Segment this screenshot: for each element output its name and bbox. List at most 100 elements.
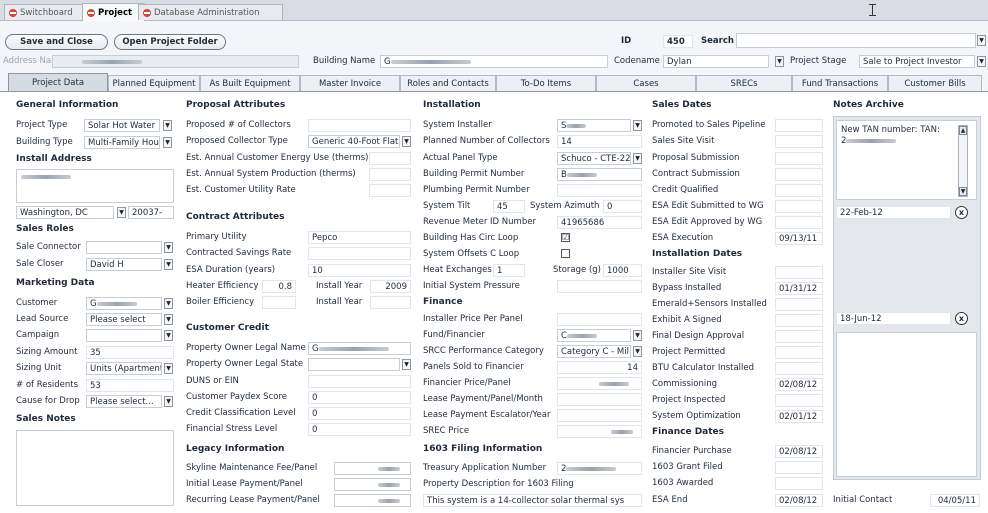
lead-source-select[interactable]: Please select [86, 313, 162, 326]
owner-name-field[interactable]: G [308, 342, 411, 355]
boiler-efficiency-field[interactable] [262, 296, 296, 309]
storage-field[interactable]: 1000 [603, 264, 642, 277]
duns-field[interactable] [308, 375, 411, 388]
building-name-field[interactable]: G [380, 55, 608, 68]
stress-level-field[interactable]: 0 [308, 423, 411, 436]
date-field[interactable] [775, 135, 823, 148]
system-installer-select[interactable]: S [557, 119, 631, 132]
fund-financier-select[interactable]: C [557, 329, 631, 342]
esa-execution-field[interactable]: 09/13/11 [775, 232, 823, 245]
delete-note-icon[interactable]: x [955, 206, 968, 219]
note-text-area[interactable]: New TAN number: TAN: 2 ▲ ▼ [836, 120, 977, 200]
codename-dropdown-icon[interactable]: ▼ [775, 56, 784, 67]
system-tilt-field[interactable]: 45 [493, 200, 525, 213]
panel-type-select[interactable]: Schuco - CTE-22( [557, 152, 631, 165]
tab-project[interactable]: Project [82, 3, 145, 21]
date-field[interactable] [775, 184, 823, 197]
date-field[interactable] [775, 200, 823, 213]
srec-price-field[interactable] [557, 425, 642, 438]
note-date-field[interactable]: 18-Jun-12 [836, 312, 951, 325]
initial-contact-field[interactable]: 04/05/11 [930, 494, 980, 507]
lease-payment-month-field[interactable] [557, 393, 642, 406]
project-type-select[interactable]: Solar Hot Water [84, 119, 160, 132]
sizing-unit-select[interactable]: Units (Apartment [86, 362, 162, 375]
project-type-dropdown-icon[interactable]: ▼ [163, 120, 172, 131]
lead-source-dropdown-icon[interactable]: ▼ [164, 314, 173, 325]
note-date-field[interactable]: 22-Feb-12 [836, 206, 951, 219]
residents-field[interactable]: 53 [86, 379, 174, 392]
date-field[interactable] [775, 477, 823, 490]
date-field[interactable] [775, 394, 823, 407]
price-per-panel-field[interactable] [557, 313, 642, 326]
tab-project-data[interactable]: Project Data [8, 73, 108, 91]
open-project-folder-button[interactable]: Open Project Folder [114, 34, 226, 50]
date-field[interactable] [775, 152, 823, 165]
tab-customer-bills[interactable]: Customer Bills [888, 75, 982, 91]
sizing-unit-dropdown-icon[interactable]: ▼ [164, 363, 173, 374]
savings-rate-field[interactable] [308, 247, 411, 260]
campaign-dropdown-icon[interactable]: ▼ [164, 330, 173, 341]
date-field[interactable] [775, 298, 823, 311]
customer-select[interactable]: G [86, 297, 162, 310]
financier-price-field[interactable] [557, 377, 642, 390]
codename-select[interactable]: Dylan [663, 55, 769, 68]
date-field[interactable] [775, 314, 823, 327]
install-year-2-field[interactable] [370, 296, 411, 309]
zip-field[interactable]: 20037- [128, 206, 174, 219]
customer-dropdown-icon[interactable]: ▼ [164, 298, 173, 309]
tab-database-administration[interactable]: Database Administration [138, 4, 283, 20]
revenue-meter-field[interactable]: 41965686 [557, 216, 642, 229]
srcc-dropdown-icon[interactable]: ▼ [633, 346, 642, 357]
tab-roles-and-contacts[interactable]: Roles and Contacts [400, 75, 496, 91]
tab-cases[interactable]: Cases [596, 75, 696, 91]
srcc-category-select[interactable]: Category C - Mil [557, 345, 631, 358]
scroll-down-icon[interactable]: ▼ [959, 187, 967, 196]
panel-type-dropdown-icon[interactable]: ▼ [633, 153, 642, 164]
owner-state-dropdown-icon[interactable]: ▼ [402, 359, 411, 370]
date-field[interactable] [775, 346, 823, 359]
circ-loop-checkbox[interactable]: ☑ [561, 233, 570, 242]
sale-connector-dropdown-icon[interactable]: ▼ [164, 242, 173, 253]
tab-master-invoice[interactable]: Master Invoice [300, 75, 400, 91]
install-year-field[interactable]: 2009 [370, 280, 411, 293]
sales-notes-field[interactable] [16, 430, 174, 506]
system-azimuth-field[interactable]: 0 [603, 200, 642, 213]
paydex-field[interactable]: 0 [308, 391, 411, 404]
commissioning-field[interactable]: 02/08/12 [775, 378, 823, 391]
escalator-field[interactable] [557, 409, 642, 422]
treasury-app-field[interactable]: 2 [557, 462, 642, 475]
tab-planned-equipment[interactable]: Planned Equipment [108, 75, 200, 91]
date-field[interactable] [775, 168, 823, 181]
esa-end-field[interactable]: 02/08/12 [775, 494, 823, 507]
date-field[interactable] [775, 330, 823, 343]
scroll-up-icon[interactable]: ▲ [959, 126, 967, 135]
initial-lease-field[interactable] [334, 478, 411, 491]
date-field[interactable] [775, 461, 823, 474]
note-text-area[interactable] [836, 332, 977, 477]
building-type-dropdown-icon[interactable]: ▼ [163, 137, 172, 148]
city-select[interactable]: Washington, DC [16, 206, 114, 219]
planned-collectors-field[interactable]: 14 [557, 135, 642, 148]
esa-duration-field[interactable]: 10 [308, 264, 411, 277]
installer-dropdown-icon[interactable]: ▼ [633, 120, 642, 131]
skyline-fee-field[interactable] [334, 462, 411, 475]
project-stage-dropdown-icon[interactable]: ▼ [977, 56, 986, 67]
heat-exchanges-field[interactable]: 1 [493, 264, 525, 277]
date-field[interactable] [775, 119, 823, 132]
bypass-installed-field[interactable]: 01/31/12 [775, 282, 823, 295]
project-stage-select[interactable]: Sale to Project Investor [859, 55, 975, 68]
tab-switchboard[interactable]: Switchboard [4, 4, 89, 20]
building-type-select[interactable]: Multi-Family Hou [84, 136, 160, 149]
search-input[interactable] [736, 33, 976, 48]
collector-type-dropdown-icon[interactable]: ▼ [402, 136, 411, 147]
plumbing-permit-field[interactable] [557, 184, 642, 197]
primary-utility-field[interactable]: Pepco [308, 231, 411, 244]
offsets-c-loop-checkbox[interactable] [561, 249, 570, 258]
system-pressure-field[interactable] [557, 280, 642, 293]
date-field[interactable] [775, 216, 823, 229]
heater-efficiency-field[interactable]: 0.8 [262, 280, 296, 293]
financier-dropdown-icon[interactable]: ▼ [633, 330, 642, 341]
tab-fund-transactions[interactable]: Fund Transactions [792, 75, 888, 91]
financier-purchase-field[interactable]: 02/08/12 [775, 445, 823, 458]
sale-connector-select[interactable] [86, 241, 162, 254]
